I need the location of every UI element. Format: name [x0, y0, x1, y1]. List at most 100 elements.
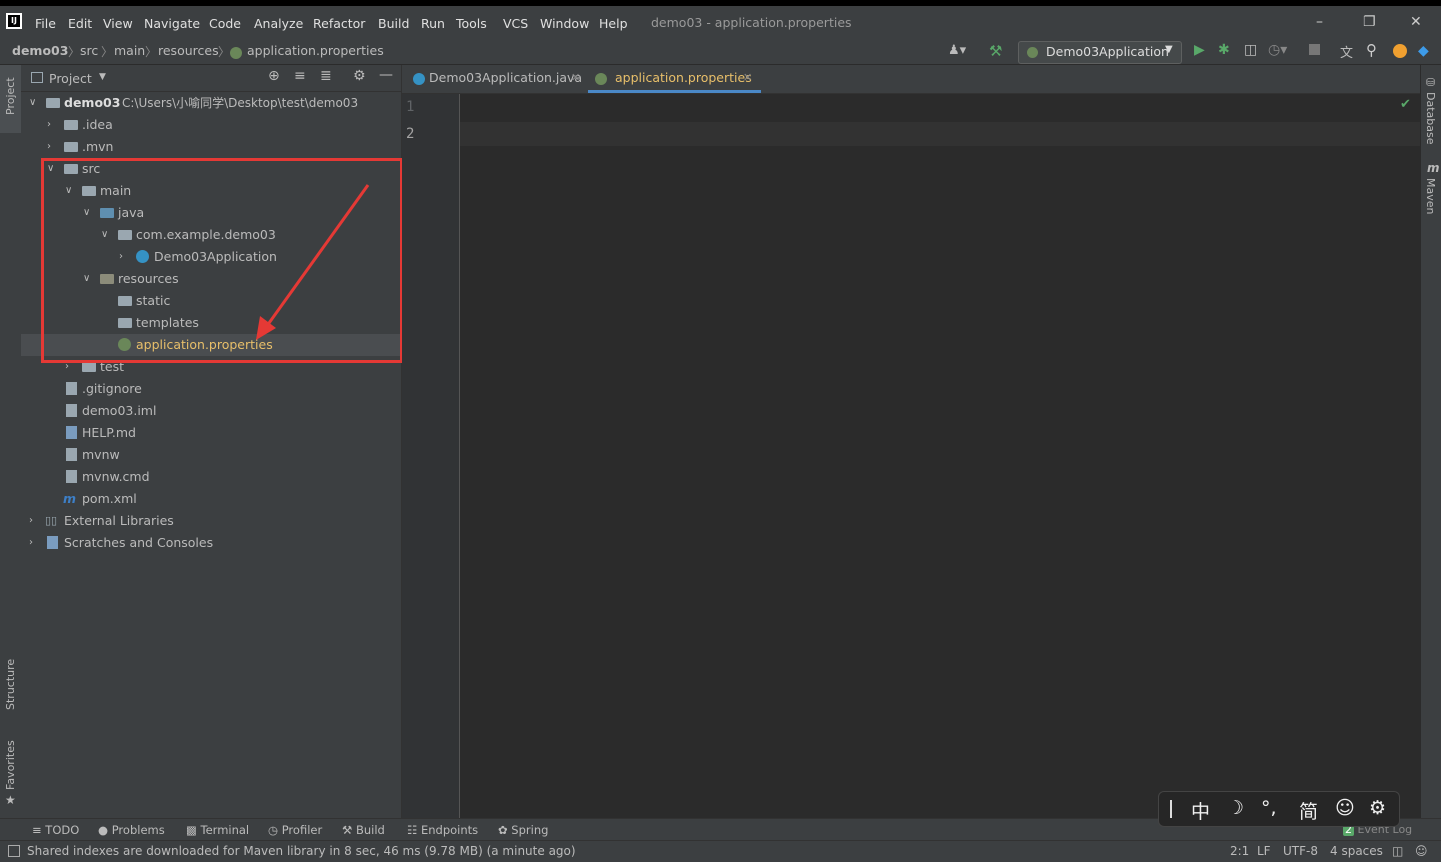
- breadcrumb-file[interactable]: application.properties: [247, 43, 384, 58]
- tree-item-idea[interactable]: › .idea: [21, 114, 401, 136]
- ime-handle[interactable]: [1170, 800, 1172, 818]
- problems-tool[interactable]: ● Problems: [98, 823, 165, 837]
- tree-item-help-md[interactable]: HELP.md: [21, 422, 401, 444]
- hide-panel-icon[interactable]: —: [379, 67, 393, 83]
- menu-navigate[interactable]: Navigate: [144, 16, 200, 31]
- breadcrumb-project[interactable]: demo03: [12, 43, 68, 58]
- chevron-right-icon[interactable]: ›: [29, 510, 39, 532]
- tree-item-external-libraries[interactable]: › ▯▯ External Libraries: [21, 510, 401, 532]
- minimize-icon[interactable]: –: [1316, 14, 1323, 30]
- profiler-tool[interactable]: ◷ Profiler: [268, 823, 322, 837]
- menu-edit[interactable]: Edit: [68, 16, 92, 31]
- inspection-ok-icon[interactable]: ✔: [1400, 97, 1411, 112]
- update-icon[interactable]: [1393, 44, 1407, 58]
- endpoints-tool[interactable]: ☷ Endpoints: [407, 823, 478, 837]
- spring-label: Spring: [511, 823, 549, 837]
- editor-area[interactable]: [460, 94, 1420, 818]
- git-icon[interactable]: ☺: [1415, 844, 1428, 858]
- editor-gutter: 1 2: [402, 94, 460, 818]
- breadcrumb-resources[interactable]: resources: [158, 43, 219, 58]
- tool-window-toggle-icon[interactable]: [8, 845, 20, 857]
- structure-tool-label[interactable]: Structure: [4, 659, 17, 710]
- intellij-logo-icon[interactable]: IJ: [6, 13, 22, 29]
- gear-icon[interactable]: ⚙: [1369, 797, 1386, 819]
- profile-icon[interactable]: ◷▾: [1268, 42, 1287, 58]
- lock-icon[interactable]: ◫: [1392, 844, 1403, 858]
- chevron-down-icon[interactable]: ∨: [29, 92, 39, 114]
- ime-simplified[interactable]: 简: [1299, 797, 1318, 824]
- expand-all-icon[interactable]: ≡: [294, 68, 306, 84]
- tree-item-label: demo03.iml: [82, 403, 157, 418]
- run-icon[interactable]: ▶: [1194, 42, 1205, 58]
- database-tool-label[interactable]: Database: [1424, 92, 1437, 145]
- tree-item-label: External Libraries: [64, 513, 174, 528]
- ime-mode-chinese[interactable]: 中: [1191, 797, 1210, 824]
- menu-analyze[interactable]: Analyze: [254, 16, 303, 31]
- file-icon: [66, 382, 77, 395]
- collapse-all-icon[interactable]: ≣: [320, 68, 332, 84]
- terminal-tool[interactable]: ▩ Terminal: [186, 823, 249, 837]
- tree-item-pom[interactable]: m pom.xml: [21, 488, 401, 510]
- caret-position[interactable]: 2:1: [1230, 844, 1249, 858]
- tree-item-mvnw-cmd[interactable]: mvnw.cmd: [21, 466, 401, 488]
- tree-item-mvn[interactable]: › .mvn: [21, 136, 401, 158]
- tree-item-iml[interactable]: demo03.iml: [21, 400, 401, 422]
- todo-tool[interactable]: ≡ TODO: [32, 823, 79, 837]
- locate-icon[interactable]: ⊕: [268, 68, 280, 84]
- build-hammer-icon[interactable]: ⚒: [989, 42, 1002, 60]
- menu-tools[interactable]: Tools: [456, 16, 487, 31]
- user-icon[interactable]: ♟▾: [948, 43, 966, 58]
- menu-build[interactable]: Build: [378, 16, 409, 31]
- tab-demo03application-java[interactable]: Demo03Application.java ✕: [410, 65, 588, 93]
- close-tab-icon[interactable]: ✕: [743, 65, 752, 91]
- chevron-right-icon[interactable]: ›: [47, 114, 57, 136]
- tree-item-gitignore[interactable]: .gitignore: [21, 378, 401, 400]
- tree-item-project-root[interactable]: ∨ demo03 C:\Users\小喻同学\Desktop\test\demo…: [21, 92, 401, 114]
- search-icon[interactable]: ⚲: [1366, 41, 1377, 59]
- menu-file[interactable]: File: [35, 16, 56, 31]
- menu-vcs[interactable]: VCS: [503, 16, 528, 31]
- chevron-down-icon[interactable]: ▼: [99, 72, 106, 82]
- status-message[interactable]: Shared indexes are downloaded for Maven …: [27, 844, 576, 858]
- breadcrumb-src[interactable]: src: [80, 43, 98, 58]
- build-tool[interactable]: ⚒ Build: [342, 823, 385, 837]
- menu-view[interactable]: View: [103, 16, 133, 31]
- jetbrains-toolbox-icon[interactable]: ◆: [1418, 43, 1429, 59]
- build-label: Build: [355, 823, 385, 837]
- emoji-icon[interactable]: ☺: [1335, 797, 1355, 819]
- spring-tool[interactable]: ✿ Spring: [498, 823, 548, 837]
- restore-icon[interactable]: ❐: [1363, 14, 1376, 30]
- chevron-right-icon[interactable]: ›: [29, 532, 39, 554]
- project-tool-tab[interactable]: Project: [0, 65, 21, 133]
- stop-icon[interactable]: [1309, 44, 1320, 55]
- maven-tool-label[interactable]: Maven: [1424, 178, 1437, 214]
- tree-item-mvnw[interactable]: mvnw: [21, 444, 401, 466]
- coverage-icon[interactable]: ◫: [1244, 42, 1257, 58]
- indent-setting[interactable]: 4 spaces: [1330, 844, 1383, 858]
- tree-item-scratches[interactable]: › Scratches and Consoles: [21, 532, 401, 554]
- project-view-label[interactable]: Project: [49, 71, 92, 86]
- file-encoding[interactable]: UTF-8: [1283, 844, 1318, 858]
- gear-icon[interactable]: ⚙: [353, 68, 366, 84]
- tab-application-properties[interactable]: application.properties ✕: [588, 65, 761, 93]
- right-tool-strip: ⛁ Database m Maven: [1420, 65, 1441, 818]
- punctuation-icon[interactable]: °,: [1261, 797, 1277, 819]
- menu-refactor[interactable]: Refactor: [313, 16, 365, 31]
- close-window-icon[interactable]: ✕: [1410, 14, 1422, 30]
- menu-code[interactable]: Code: [209, 16, 241, 31]
- breadcrumb-separator: 〉: [145, 45, 158, 59]
- translate-icon[interactable]: 文: [1340, 42, 1353, 61]
- menu-window[interactable]: Window: [540, 16, 589, 31]
- chevron-right-icon[interactable]: ›: [47, 136, 57, 158]
- menu-run[interactable]: Run: [421, 16, 445, 31]
- breadcrumb-separator: 〉: [101, 45, 114, 59]
- breadcrumb-main[interactable]: main: [114, 43, 145, 58]
- run-config-selector[interactable]: Demo03Application ▼: [1018, 41, 1182, 64]
- line-separator[interactable]: LF: [1257, 844, 1271, 858]
- close-tab-icon[interactable]: ✕: [571, 65, 580, 91]
- ime-toolbar: 中 ☽ °, 简 ☺ ⚙: [1158, 791, 1400, 827]
- moon-icon[interactable]: ☽: [1227, 797, 1244, 819]
- debug-icon[interactable]: ✱: [1218, 42, 1230, 58]
- favorites-tool-label[interactable]: Favorites: [4, 740, 17, 790]
- menu-help[interactable]: Help: [599, 16, 628, 31]
